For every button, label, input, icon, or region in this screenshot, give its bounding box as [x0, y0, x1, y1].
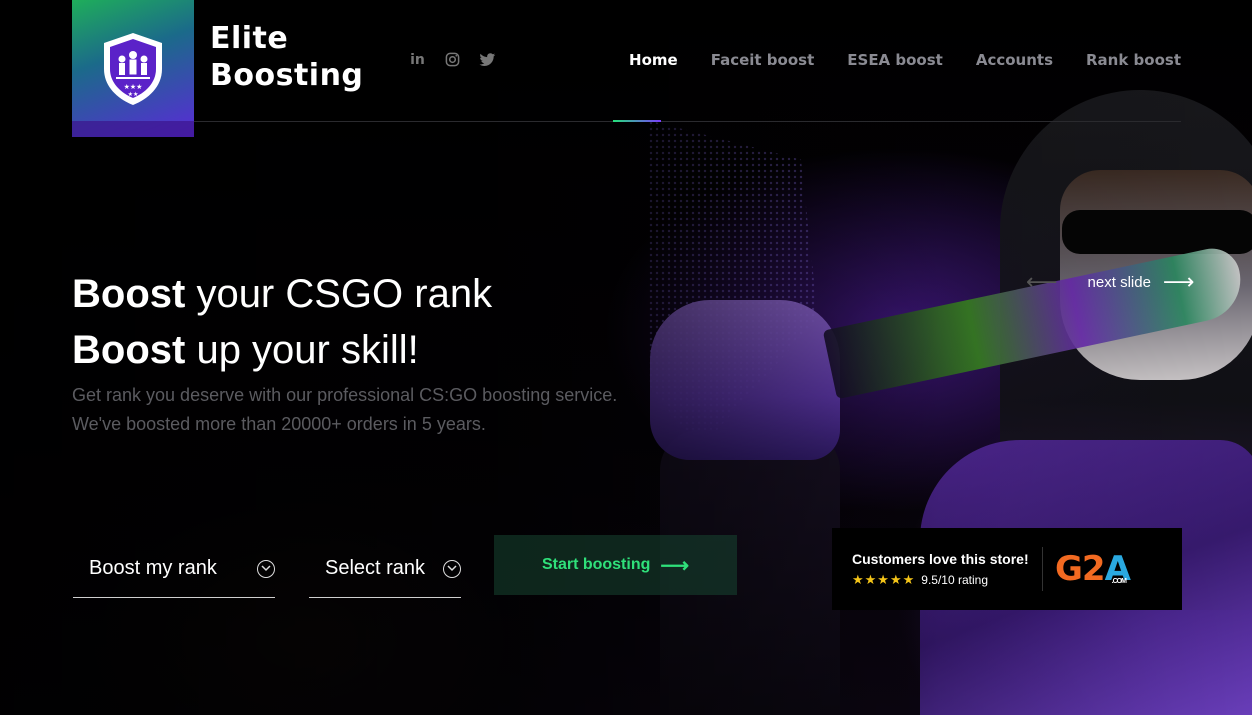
nav-active-indicator	[613, 120, 661, 122]
next-slide-label[interactable]: next slide	[1088, 274, 1151, 291]
hero-subtitle-2: We've boosted more than 20000+ orders in…	[72, 414, 486, 434]
hero-subtitle-1: Get rank you deserve with our profession…	[72, 385, 618, 405]
hero-headline-2: Boost up your skill!	[72, 326, 419, 374]
g2a-divider	[1042, 547, 1043, 591]
hero-line2-bold: Boost	[72, 328, 186, 372]
g2a-rating-row: ★★★★★ 9.5/10 rating	[852, 573, 1042, 588]
chevron-down-icon	[257, 559, 275, 578]
arrow-right-icon: ⟶	[660, 554, 690, 577]
arrow-left-icon[interactable]: ⟵	[1026, 270, 1058, 295]
brand-name[interactable]: Elite Boosting	[210, 20, 363, 94]
chevron-down-icon	[443, 559, 461, 578]
linkedin-icon[interactable]: in	[408, 50, 427, 69]
arrow-right-icon[interactable]: ⟶	[1163, 270, 1195, 295]
hero-headline-1: Boost your CSGO rank	[72, 270, 492, 318]
start-boosting-button[interactable]: Start boosting ⟶	[494, 535, 737, 595]
rank-select[interactable]: Select rank	[309, 540, 461, 598]
hero-line2-rest: up your skill!	[185, 328, 419, 372]
svg-text:★★★: ★★★	[124, 83, 143, 91]
nav-esea-boost[interactable]: ESEA boost	[847, 51, 943, 69]
star-rating-icon: ★★★★★	[852, 572, 916, 588]
start-boosting-label: Start boosting	[541, 556, 651, 573]
boost-type-value: Boost my rank	[89, 557, 217, 579]
boost-type-select[interactable]: Boost my rank	[73, 540, 275, 598]
nav-accounts[interactable]: Accounts	[976, 51, 1053, 69]
rank-select-value: Select rank	[325, 557, 426, 579]
g2a-logo-com: .COM	[1111, 578, 1127, 585]
g2a-title: Customers love this store!	[852, 550, 1029, 567]
nav-home[interactable]: Home	[629, 51, 678, 69]
main-nav: Home Faceit boost ESEA boost Accounts Ra…	[629, 51, 1181, 69]
brand-line2: Boosting	[210, 58, 364, 93]
g2a-logo-2: 2	[1081, 549, 1106, 589]
g2a-logo: G2A .COM	[1055, 549, 1131, 589]
nav-rank-boost[interactable]: Rank boost	[1086, 51, 1181, 69]
brand-line1: Elite	[210, 21, 289, 56]
slider-controls: ⟵ next slide ⟶	[1026, 270, 1194, 295]
hero-line1-rest: your CSGO rank	[185, 272, 493, 316]
g2a-text-block: Customers love this store! ★★★★★ 9.5/10 …	[832, 551, 1042, 588]
g2a-rating-text: 9.5/10 rating	[921, 573, 988, 587]
twitter-icon[interactable]	[478, 50, 497, 69]
hero-line1-bold: Boost	[72, 272, 186, 316]
g2a-logo-g: G	[1055, 549, 1083, 589]
g2a-badge[interactable]: Customers love this store! ★★★★★ 9.5/10 …	[832, 528, 1182, 610]
shield-icon: ★★★ ★★	[104, 32, 162, 105]
header-divider	[194, 121, 1181, 122]
svg-text:★★: ★★	[128, 91, 139, 98]
nav-faceit-boost[interactable]: Faceit boost	[711, 51, 815, 69]
logo[interactable]: ★★★ ★★	[72, 0, 194, 137]
instagram-icon[interactable]	[443, 50, 462, 69]
social-links: in	[408, 50, 497, 69]
